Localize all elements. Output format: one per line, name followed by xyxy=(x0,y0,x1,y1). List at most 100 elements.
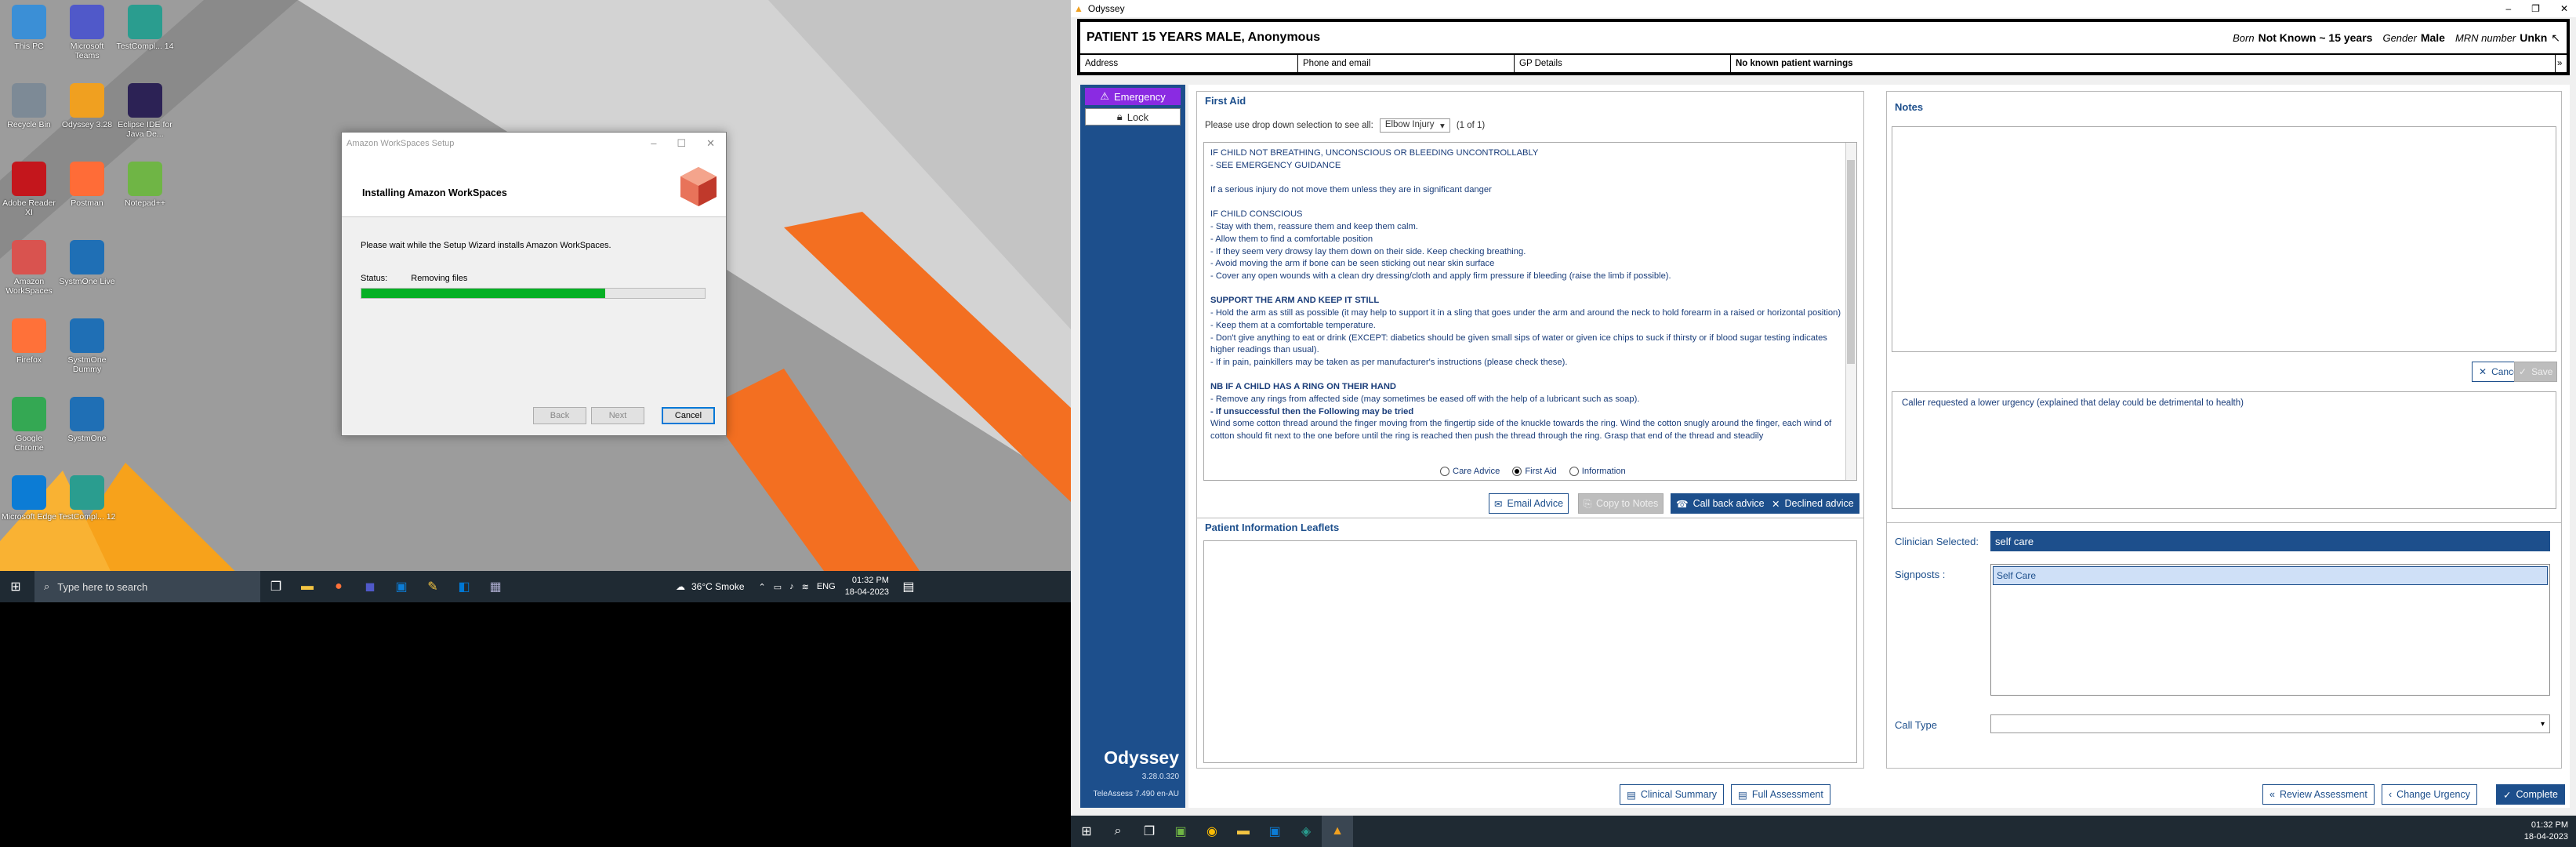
lock-button[interactable]: 🔒︎ Lock xyxy=(1085,108,1181,125)
phone-icon: ☎ xyxy=(1676,498,1689,510)
computer-icon xyxy=(12,5,46,39)
close-icon[interactable]: ✕ xyxy=(2560,3,2568,14)
desktop-icon[interactable]: TestCompl... 14 xyxy=(116,5,174,51)
address-field[interactable]: Address xyxy=(1080,55,1298,72)
language-indicator[interactable]: ENG xyxy=(817,582,836,591)
systmone-icon xyxy=(70,397,104,431)
odyssey-icon[interactable]: ▲ xyxy=(1322,816,1353,847)
call-back-advice-button[interactable]: ☎ Call back advice xyxy=(1671,493,1770,514)
declined-advice-button[interactable]: ✕ Declined advice xyxy=(1766,493,1859,514)
testcomplete-icon xyxy=(70,475,104,510)
taskbar-search[interactable]: ⌕ Type here to search xyxy=(34,571,260,602)
firefox-icon[interactable]: ● xyxy=(323,571,354,602)
minimize-icon[interactable]: – xyxy=(2505,3,2511,14)
cancel-button[interactable]: Cancel xyxy=(662,407,715,424)
desktop-icon[interactable]: Microsoft Teams xyxy=(58,5,116,60)
desktop-icon[interactable]: Google Chrome xyxy=(0,397,58,453)
start-icon[interactable]: ⊞ xyxy=(0,571,31,602)
weather-widget[interactable]: ☁ 36°C Smoke xyxy=(676,581,745,592)
desktop-icon[interactable]: SystmOne Dummy xyxy=(58,318,116,374)
volume-icon[interactable]: ♪ xyxy=(789,582,794,591)
app-icon[interactable]: ▣ xyxy=(386,571,417,602)
desktop-icon-label: SystmOne Live xyxy=(59,277,115,286)
notes-textarea[interactable] xyxy=(1892,126,2556,352)
scrollbar[interactable] xyxy=(1845,143,1856,480)
odyssey-window: ▲ Odyssey – ❐ ✕ PATIENT 15 YEARS MALE, Ano… xyxy=(1071,0,2576,847)
notepadpp-icon xyxy=(128,162,162,196)
left-clock[interactable]: 01:32 PM 18-04-2023 xyxy=(845,575,897,598)
full-assessment-button[interactable]: ▤ Full Assessment xyxy=(1731,784,1830,805)
clinician-selected-value[interactable]: self care xyxy=(1990,531,2550,551)
desktop-icon[interactable]: Adobe Reader XI xyxy=(0,162,58,217)
desktop-icon[interactable]: Postman xyxy=(58,162,116,208)
note-entry[interactable]: Caller requested a lower urgency (explai… xyxy=(1892,391,2556,509)
close-icon[interactable]: ✕ xyxy=(706,137,715,150)
file-explorer-icon[interactable]: ▬ xyxy=(292,571,323,602)
restore-icon[interactable]: ❐ xyxy=(2531,3,2540,14)
desktop-icon[interactable]: This PC xyxy=(0,5,58,51)
app-icon[interactable]: ▣ xyxy=(1259,816,1290,847)
signposts-list[interactable]: Self Care xyxy=(1990,564,2550,696)
network-icon[interactable]: ▭ xyxy=(774,582,782,592)
desktop-icon[interactable]: Recycle Bin xyxy=(0,83,58,129)
radio-information[interactable]: Information xyxy=(1569,467,1626,476)
first-aid-label: First Aid xyxy=(1525,467,1557,476)
review-assessment-button[interactable]: « Review Assessment xyxy=(2262,784,2375,805)
desktop-icon[interactable]: SystmOne Live xyxy=(58,240,116,286)
desktop-icon[interactable]: Microsoft Edge xyxy=(0,475,58,522)
leaflets-list[interactable] xyxy=(1203,540,1857,763)
search-placeholder: Type here to search xyxy=(57,580,148,593)
file-explorer-icon[interactable]: ▬ xyxy=(1228,816,1259,847)
notes-save-button[interactable]: ✓ Save xyxy=(2514,362,2558,382)
scroll-thumb[interactable] xyxy=(1847,160,1855,364)
collapse-icon[interactable]: » xyxy=(2556,55,2567,72)
notes-icon[interactable]: ✎ xyxy=(417,571,448,602)
notepadpp-icon[interactable]: ▣ xyxy=(1165,816,1196,847)
setup-app-icon[interactable]: ▦ xyxy=(480,571,511,602)
desktop-icon[interactable]: SystmOne xyxy=(58,397,116,443)
desktop-icon[interactable]: Amazon WorkSpaces xyxy=(0,240,58,296)
search-icon[interactable]: ⌕ xyxy=(1102,816,1134,847)
desktop-icon[interactable]: Eclipse IDE for Java De... xyxy=(116,83,174,139)
task-view-icon[interactable]: ❐ xyxy=(260,571,292,602)
next-button[interactable]: Next xyxy=(591,407,644,424)
first-aid-line: - If unsuccessful then the Following may… xyxy=(1210,406,1414,416)
injury-dropdown[interactable]: Elbow Injury ▾ xyxy=(1379,118,1450,133)
notification-icon[interactable]: ▤ xyxy=(897,571,920,602)
copy-to-notes-button[interactable]: ⎘ Copy to Notes xyxy=(1578,493,1664,514)
first-aid-line: - Avoid moving the arm if bone can be se… xyxy=(1210,259,1495,269)
testcomplete-icon[interactable]: ◈ xyxy=(1290,816,1322,847)
desktop-icon[interactable]: Notepad++ xyxy=(116,162,174,208)
chrome-icon[interactable]: ◉ xyxy=(1196,816,1228,847)
signpost-item[interactable]: Self Care xyxy=(1993,566,2548,585)
right-clock[interactable]: 01:32 PM 18-04-2023 xyxy=(2524,820,2576,843)
gp-field[interactable]: GP Details xyxy=(1515,55,1731,72)
minimize-icon[interactable]: – xyxy=(651,137,656,150)
patient-warnings[interactable]: No known patient warnings xyxy=(1731,55,2556,72)
desktop-icon[interactable]: Firefox xyxy=(0,318,58,365)
chevron-up-icon[interactable]: ⌃ xyxy=(759,582,766,592)
teams-icon[interactable]: ◼ xyxy=(354,571,386,602)
complete-button[interactable]: ✓ Complete xyxy=(2496,784,2565,805)
radio-icon xyxy=(1569,467,1579,476)
radio-first-aid[interactable]: First Aid xyxy=(1512,467,1557,476)
desktop-icon[interactable]: TestCompl... 12 xyxy=(58,475,116,522)
email-advice-button[interactable]: ✉ Email Advice xyxy=(1489,493,1569,514)
desktop-icon[interactable]: Odyssey 3.28 xyxy=(58,83,116,129)
first-aid-line: If a serious injury do not move them unl… xyxy=(1210,185,1492,195)
change-urgency-button[interactable]: ‹ Change Urgency xyxy=(2382,784,2477,805)
emergency-button[interactable]: ⚠ Emergency xyxy=(1085,88,1181,105)
outlook-icon[interactable]: ◧ xyxy=(448,571,480,602)
call-type-dropdown[interactable]: ▾ xyxy=(1990,714,2550,733)
phone-field[interactable]: Phone and email xyxy=(1298,55,1515,72)
call-type-label: Call Type xyxy=(1895,719,1937,731)
back-button[interactable]: Back xyxy=(533,407,586,424)
first-aid-text[interactable]: IF CHILD NOT BREATHING, UNCONSCIOUS OR B… xyxy=(1203,142,1857,481)
clinical-summary-button[interactable]: ▤ Clinical Summary xyxy=(1620,784,1725,805)
time: 01:32 PM xyxy=(851,576,889,585)
first-aid-line: - If in pain, painkillers may be taken a… xyxy=(1210,357,1568,367)
task-view-icon[interactable]: ❐ xyxy=(1134,816,1165,847)
start-icon[interactable]: ⊞ xyxy=(1071,816,1102,847)
wifi-icon[interactable]: ≋ xyxy=(802,582,809,592)
radio-care-advice[interactable]: Care Advice xyxy=(1440,467,1500,476)
